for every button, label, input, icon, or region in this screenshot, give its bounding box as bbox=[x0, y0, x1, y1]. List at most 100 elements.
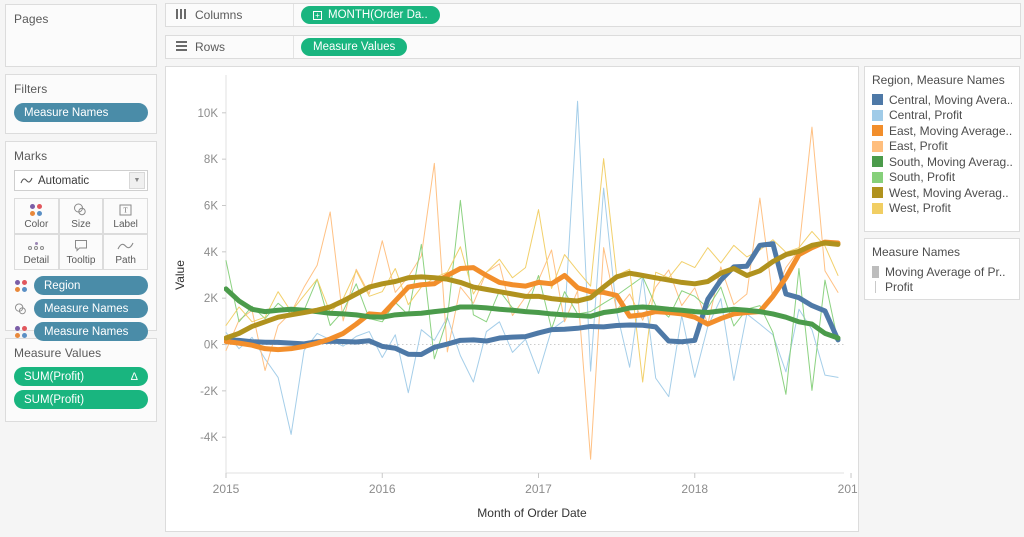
marks-button-color[interactable]: Color bbox=[14, 198, 59, 234]
legend-measure-names[interactable]: Measure Names Moving Average of Pr..Prof… bbox=[864, 238, 1020, 300]
size-icon bbox=[73, 203, 88, 217]
detail-icon bbox=[28, 239, 44, 253]
columns-shelf-content[interactable]: + MONTH(Order Da.. bbox=[294, 4, 1020, 26]
columns-shelf-label-box: Columns bbox=[166, 4, 294, 26]
legend-item-label: Central, Profit bbox=[889, 108, 962, 122]
legend-item-label: Profit bbox=[885, 280, 913, 294]
rows-pill-measure-values[interactable]: Measure Values bbox=[301, 38, 407, 56]
legend-item-label: East, Profit bbox=[889, 139, 948, 153]
color-icon bbox=[30, 203, 42, 217]
marks-pill-measure-names-color[interactable]: Measure Names bbox=[34, 322, 148, 341]
pages-title: Pages bbox=[14, 12, 148, 26]
marks-button-label: Detail bbox=[24, 255, 50, 266]
y-tick-label: -4K bbox=[200, 432, 218, 444]
y-tick-label: 10K bbox=[198, 108, 219, 120]
legend-item[interactable]: East, Moving Average.. bbox=[872, 123, 1012, 139]
marks-pill-label: Measure Names bbox=[44, 326, 128, 338]
marks-button-label: Path bbox=[115, 255, 136, 266]
data-series-line[interactable] bbox=[226, 243, 838, 338]
legend-swatch bbox=[872, 156, 883, 167]
legend-item[interactable]: Moving Average of Pr.. bbox=[872, 264, 1012, 280]
x-tick-label: 2015 bbox=[213, 482, 240, 496]
legend-item-label: West, Profit bbox=[889, 201, 951, 215]
chevron-down-icon[interactable]: ▼ bbox=[129, 172, 145, 189]
measure-value-label: SUM(Profit) bbox=[24, 371, 84, 383]
legend-swatch bbox=[872, 125, 883, 136]
path-icon bbox=[20, 176, 33, 185]
legend-item[interactable]: Central, Moving Avera.. bbox=[872, 92, 1012, 108]
legend-swatch bbox=[872, 110, 883, 121]
measure-values-title: Measure Values bbox=[14, 346, 148, 360]
marks-pill-measure-names-size[interactable]: Measure Names bbox=[34, 299, 148, 318]
legend-item-label: Moving Average of Pr.. bbox=[885, 265, 1006, 279]
rows-icon bbox=[176, 38, 187, 56]
columns-pill-month-order-date[interactable]: + MONTH(Order Da.. bbox=[301, 6, 440, 24]
color-icon bbox=[14, 280, 28, 292]
legend-item[interactable]: Central, Profit bbox=[872, 108, 1012, 124]
marks-button-label[interactable]: T Label bbox=[103, 198, 148, 234]
marks-pill-label: Measure Names bbox=[44, 303, 128, 315]
filters-card[interactable]: Filters Measure Names bbox=[5, 74, 157, 134]
legend-item-label: South, Profit bbox=[889, 170, 955, 184]
marks-pill-label: Region bbox=[44, 280, 80, 292]
marks-buttons-grid: Color Size T Label bbox=[14, 198, 148, 270]
x-tick-label: 2017 bbox=[525, 482, 552, 496]
legend-measure-title: Measure Names bbox=[872, 245, 1012, 259]
legend-item-label: Central, Moving Avera.. bbox=[889, 93, 1012, 107]
x-tick-label: 2018 bbox=[681, 482, 708, 496]
legend-measure-rows: Moving Average of Pr..Profit bbox=[872, 264, 1012, 295]
legend-item-label: West, Moving Averag.. bbox=[889, 186, 1009, 200]
measure-value-label: SUM(Profit) bbox=[24, 394, 84, 406]
rows-shelf-content[interactable]: Measure Values bbox=[294, 36, 1020, 58]
filters-title: Filters bbox=[14, 82, 148, 96]
legend-swatch bbox=[872, 203, 883, 214]
marks-button-label: Size bbox=[71, 219, 90, 230]
marks-button-tooltip[interactable]: Tooltip bbox=[59, 234, 104, 270]
color-icon bbox=[14, 326, 28, 338]
size-icon bbox=[14, 303, 28, 315]
rows-shelf-label-box: Rows bbox=[166, 36, 294, 58]
series-group bbox=[226, 101, 838, 459]
marks-sidebar: Pages Filters Measure Names Marks Automa… bbox=[0, 0, 162, 537]
legend-swatch bbox=[872, 172, 883, 183]
legend-region-measure-names[interactable]: Region, Measure Names Central, Moving Av… bbox=[864, 66, 1020, 232]
marks-button-path[interactable]: Path bbox=[103, 234, 148, 270]
measure-value-pill-1[interactable]: SUM(Profit) Δ bbox=[14, 367, 148, 386]
marks-type-dropdown[interactable]: Automatic ▼ bbox=[14, 170, 148, 191]
data-series-line[interactable] bbox=[226, 159, 838, 382]
rows-shelf[interactable]: Rows Measure Values bbox=[165, 35, 1021, 59]
x-axis-title: Month of Order Date bbox=[477, 506, 587, 520]
measure-value-pill-2[interactable]: SUM(Profit) bbox=[14, 390, 148, 409]
legend-item-label: East, Moving Average.. bbox=[889, 124, 1012, 138]
legend-swatch bbox=[872, 94, 883, 105]
marks-button-size[interactable]: Size bbox=[59, 198, 104, 234]
legend-item[interactable]: South, Moving Averag.. bbox=[872, 154, 1012, 170]
rows-pill-label: Measure Values bbox=[313, 41, 395, 53]
y-tick-label: 8K bbox=[204, 154, 218, 166]
tableau-worksheet: Pages Filters Measure Names Marks Automa… bbox=[0, 0, 1024, 537]
columns-label: Columns bbox=[195, 8, 242, 22]
data-series-line[interactable] bbox=[226, 244, 838, 355]
legend-item[interactable]: Profit bbox=[872, 280, 1012, 296]
marks-button-detail[interactable]: Detail bbox=[14, 234, 59, 270]
pages-card[interactable]: Pages bbox=[5, 4, 157, 67]
columns-shelf[interactable]: Columns + MONTH(Order Da.. bbox=[165, 3, 1021, 27]
marks-pill-region[interactable]: Region bbox=[34, 276, 148, 295]
marks-shelf-row-region[interactable]: Region bbox=[14, 276, 148, 295]
visualization-pane[interactable]: -4K-2K0K2K4K6K8K10KValue2015201620172018… bbox=[165, 66, 859, 532]
legend-item[interactable]: West, Moving Averag.. bbox=[872, 185, 1012, 201]
rows-label: Rows bbox=[195, 40, 225, 54]
label-icon: T bbox=[119, 203, 132, 217]
line-chart[interactable]: -4K-2K0K2K4K6K8K10KValue2015201620172018… bbox=[166, 67, 858, 531]
filter-pill-measure-names[interactable]: Measure Names bbox=[14, 103, 148, 122]
legend-item[interactable]: West, Profit bbox=[872, 201, 1012, 217]
tooltip-icon bbox=[74, 239, 88, 253]
legend-item[interactable]: East, Profit bbox=[872, 139, 1012, 155]
y-tick-label: 0K bbox=[204, 340, 218, 352]
marks-button-label-text: Label bbox=[113, 219, 137, 230]
marks-title: Marks bbox=[14, 149, 148, 163]
legend-region-rows: Central, Moving Avera..Central, Profit Ea… bbox=[872, 92, 1012, 216]
marks-shelf-row-size[interactable]: Measure Names bbox=[14, 299, 148, 318]
legend-item[interactable]: South, Profit bbox=[872, 170, 1012, 186]
expand-plus-icon[interactable]: + bbox=[313, 11, 322, 20]
